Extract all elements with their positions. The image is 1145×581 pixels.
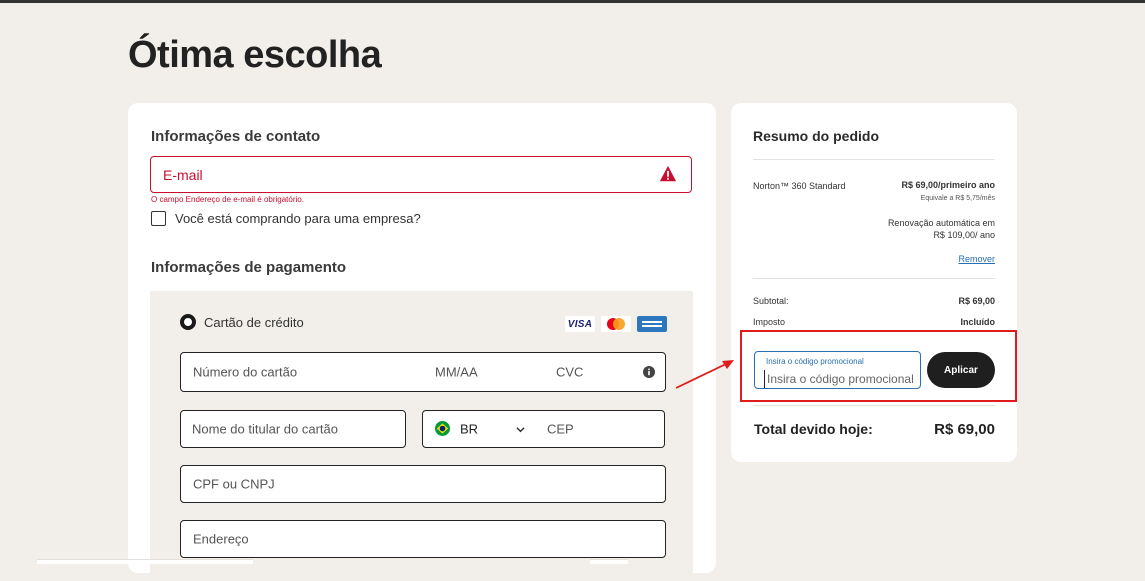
total-value: R$ 69,00 (934, 421, 995, 438)
page-title: Ótima escolha (128, 34, 382, 76)
brazil-flag-icon (435, 421, 450, 436)
company-checkbox[interactable] (151, 211, 166, 226)
product-name: Norton™ 360 Standard (753, 181, 846, 191)
credit-card-radio[interactable] (180, 314, 196, 330)
subtotal-value: R$ 69,00 (958, 296, 995, 306)
annotation-arrow-icon (675, 360, 734, 389)
bottom-strip-2 (590, 559, 628, 564)
summary-divider-3 (753, 405, 995, 406)
payment-heading: Informações de pagamento (151, 259, 347, 276)
cardholder-name-field[interactable]: Nome do titular do cartão (180, 410, 406, 448)
cep-placeholder: CEP (547, 421, 574, 437)
address-field[interactable]: Endereço (180, 520, 666, 558)
email-field-wrapper (150, 156, 692, 193)
country-value: BR (460, 421, 479, 437)
apply-button[interactable]: Aplicar (927, 352, 995, 388)
contact-heading: Informações de contato (151, 128, 321, 145)
chevron-down-icon (516, 427, 525, 433)
address-placeholder: Endereço (193, 531, 249, 547)
mastercard-icon (601, 316, 631, 332)
checkout-form-card: Informações de contato O campo Endereço … (128, 103, 716, 581)
warning-icon (659, 165, 677, 182)
summary-heading: Resumo do pedido (753, 128, 879, 144)
expiry-placeholder: MM/AA (435, 364, 478, 380)
email-error-message: O campo Endereço de e-mail é obrigatório… (151, 195, 304, 204)
country-select[interactable]: BR (422, 410, 536, 448)
summary-divider (753, 159, 995, 160)
credit-card-radio-row[interactable]: Cartão de crédito (180, 314, 304, 330)
company-checkbox-row[interactable]: Você está comprando para uma empresa? (151, 211, 421, 226)
tax-label: Imposto (753, 317, 786, 327)
bottom-strip (37, 559, 253, 564)
promo-code-input[interactable] (764, 370, 919, 388)
amex-icon (637, 316, 667, 332)
summary-divider-2 (753, 278, 995, 279)
email-field[interactable] (161, 163, 645, 187)
credit-card-panel: Cartão de crédito VISA Número do cartão (150, 291, 693, 581)
card-logos: VISA (565, 316, 667, 332)
credit-card-label: Cartão de crédito (204, 314, 304, 330)
order-summary-card: Resumo do pedido Norton™ 360 Standard R$… (731, 103, 1017, 462)
visa-icon: VISA (565, 316, 595, 332)
promo-code-label: Insira o código promocional (766, 357, 864, 366)
top-bar (0, 0, 1145, 3)
total-label: Total devido hoje: (754, 421, 873, 437)
visa-logo-text: VISA (567, 318, 593, 330)
cpf-cnpj-field[interactable]: CPF ou CNPJ (180, 465, 666, 503)
renewal-line-1: Renovação automática em (887, 218, 995, 228)
cardholder-name-placeholder: Nome do titular do cartão (192, 421, 338, 437)
cvc-placeholder: CVC (556, 364, 584, 380)
renewal-line-2: R$ 109,00/ ano (933, 230, 995, 240)
card-number-placeholder: Número do cartão (193, 364, 298, 380)
tax-value: Incluído (960, 317, 996, 327)
promo-code-field-wrapper: Insira o código promocional (754, 351, 921, 389)
info-icon[interactable] (643, 366, 655, 378)
subtotal-label: Subtotal: (753, 296, 789, 306)
company-checkbox-label: Você está comprando para uma empresa? (175, 211, 421, 226)
product-price: R$ 69,00/primeiro ano (901, 180, 995, 190)
cep-field[interactable]: CEP (535, 410, 665, 448)
card-number-field[interactable]: Número do cartão MM/AA CVC (180, 352, 666, 392)
remove-link[interactable]: Remover (958, 254, 995, 264)
cpf-cnpj-placeholder: CPF ou CNPJ (193, 476, 275, 492)
product-monthly: Equivale a R$ 5,75/mês (920, 195, 995, 202)
